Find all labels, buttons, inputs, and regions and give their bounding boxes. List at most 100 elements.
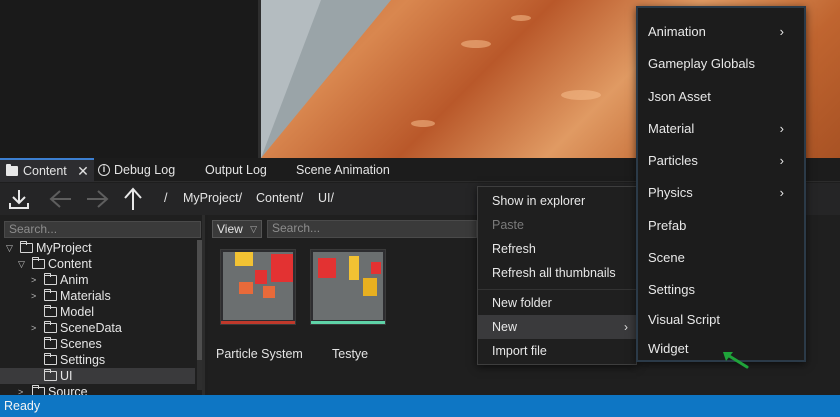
folder-icon	[44, 353, 57, 365]
breadcrumb-separator: /	[164, 191, 168, 205]
viewport-empty-area	[0, 0, 258, 158]
scene-texture-speck	[561, 90, 601, 100]
tree-item-label: Anim	[60, 273, 89, 287]
thumbnail-blob	[363, 278, 377, 296]
asset-testye[interactable]	[310, 249, 386, 325]
tree-item-label: MyProject	[36, 241, 92, 255]
close-icon[interactable]: ✕	[76, 160, 90, 182]
menu-new-label: New	[492, 320, 518, 334]
tab-output-log[interactable]: Output Log	[205, 158, 285, 182]
menu-separator	[478, 289, 636, 290]
tree-item-scenedata[interactable]: > SceneData	[0, 320, 195, 336]
tree-item-label: Settings	[60, 353, 106, 367]
import-button[interactable]	[5, 185, 33, 213]
thumbnail-blob	[349, 256, 359, 280]
tree-item-scenes[interactable]: Scenes	[0, 336, 195, 352]
tab-content[interactable]: Content ✕	[0, 158, 94, 182]
scene-texture-speck	[511, 15, 531, 21]
submenu-visual-script[interactable]: Visual Script	[638, 304, 798, 336]
chevron-right-icon[interactable]: >	[31, 288, 36, 304]
chevron-right-icon: ›	[779, 153, 784, 168]
tree-scrollbar[interactable]	[197, 240, 202, 390]
content-search-input[interactable]: Search...	[267, 220, 477, 238]
chevron-right-icon: ›	[624, 320, 628, 334]
chevron-down-icon[interactable]: ▽	[18, 256, 25, 272]
asset-type-bar	[221, 321, 295, 324]
menu-refresh-all-thumbnails[interactable]: Refresh all thumbnails	[478, 261, 636, 285]
submenu-particles[interactable]: Particles ›	[638, 145, 798, 177]
tree-item-label: Content	[48, 257, 92, 271]
asset-label: Testye	[332, 347, 369, 361]
thumbnail-blob	[239, 282, 253, 294]
view-dropdown-label: View	[217, 222, 243, 236]
folder-icon	[44, 337, 57, 349]
submenu-widget[interactable]: Widget	[638, 333, 798, 365]
scene-texture-speck	[411, 120, 435, 127]
asset-label: Particle System	[216, 347, 303, 361]
context-menu: Show in explorer Paste Refresh Refresh a…	[477, 186, 637, 365]
folder-icon	[44, 321, 57, 333]
submenu-scene[interactable]: Scene	[638, 242, 798, 274]
submenu-prefab[interactable]: Prefab	[638, 210, 798, 242]
tree-item-settings[interactable]: Settings	[0, 352, 195, 368]
chevron-right-icon[interactable]: >	[31, 320, 36, 336]
folder-open-icon	[32, 257, 45, 269]
submenu-animation[interactable]: Animation ›	[638, 16, 798, 48]
tab-debug-log-label: Debug Log	[114, 163, 176, 177]
folder-tree-panel: Search... ▽ MyProject ▽ Content > Anim >…	[0, 215, 205, 395]
menu-show-in-explorer[interactable]: Show in explorer	[478, 189, 636, 213]
tree-item-label: Scenes	[60, 337, 102, 351]
submenu-particles-label: Particles	[648, 153, 698, 168]
thumbnail-blob	[371, 262, 381, 274]
menu-import-file[interactable]: Import file	[478, 339, 636, 363]
scrollbar-thumb[interactable]	[197, 240, 202, 360]
download-icon	[9, 190, 29, 209]
tree-item-source[interactable]: > Source	[0, 384, 195, 395]
tab-output-log-label: Output Log	[205, 163, 267, 177]
tree-item-content[interactable]: ▽ Content	[0, 256, 195, 272]
menu-new-folder[interactable]: New folder	[478, 291, 636, 315]
menu-new[interactable]: New ›	[478, 315, 636, 339]
back-button[interactable]	[47, 185, 75, 213]
thumbnail-blob	[318, 258, 336, 278]
tree-search-input[interactable]: Search...	[4, 221, 201, 238]
breadcrumb-ui[interactable]: UI/	[318, 183, 334, 215]
thumbnail-blob	[263, 286, 275, 298]
chevron-right-icon[interactable]: >	[18, 384, 23, 395]
tree-item-label: UI	[60, 369, 73, 383]
folder-icon	[32, 385, 45, 395]
tree-item-materials[interactable]: > Materials	[0, 288, 195, 304]
asset-particle-system[interactable]	[220, 249, 296, 325]
breadcrumb-content[interactable]: Content/	[256, 183, 303, 215]
submenu-gameplay-globals[interactable]: Gameplay Globals	[638, 48, 798, 80]
forward-button[interactable]	[83, 185, 111, 213]
view-dropdown[interactable]: View ▽	[212, 220, 262, 238]
menu-refresh[interactable]: Refresh	[478, 237, 636, 261]
tree-item-label: Source	[48, 385, 88, 395]
breadcrumb-myproject[interactable]: MyProject/	[183, 183, 242, 215]
tree-item-anim[interactable]: > Anim	[0, 272, 195, 288]
scene-wall-highlight	[261, 0, 321, 158]
chevron-down-icon[interactable]: ▽	[6, 240, 13, 256]
chevron-right-icon[interactable]: >	[31, 272, 36, 288]
up-button[interactable]	[119, 185, 147, 213]
submenu-physics-label: Physics	[648, 185, 693, 200]
submenu-physics[interactable]: Physics ›	[638, 177, 798, 209]
thumbnail-blob	[271, 254, 293, 282]
submenu-material[interactable]: Material ›	[638, 113, 798, 145]
tree-item-label: Model	[60, 305, 95, 319]
folder-icon	[44, 289, 57, 301]
info-icon: i	[98, 163, 110, 176]
tab-scene-animation[interactable]: Scene Animation	[296, 158, 406, 182]
chevron-right-icon: ›	[779, 121, 784, 136]
chevron-right-icon: ›	[779, 185, 784, 200]
tab-debug-log[interactable]: i Debug Log	[98, 158, 193, 182]
submenu-json-asset[interactable]: Json Asset	[638, 81, 798, 113]
chevron-down-icon: ▽	[250, 224, 257, 234]
tree-item-myproject[interactable]: ▽ MyProject	[0, 240, 195, 256]
menu-paste[interactable]: Paste	[478, 213, 636, 237]
tree-item-model[interactable]: Model	[0, 304, 195, 320]
submenu-settings[interactable]: Settings	[638, 274, 798, 306]
tree-item-ui[interactable]: UI	[0, 368, 195, 384]
status-bar: Ready	[0, 395, 840, 417]
